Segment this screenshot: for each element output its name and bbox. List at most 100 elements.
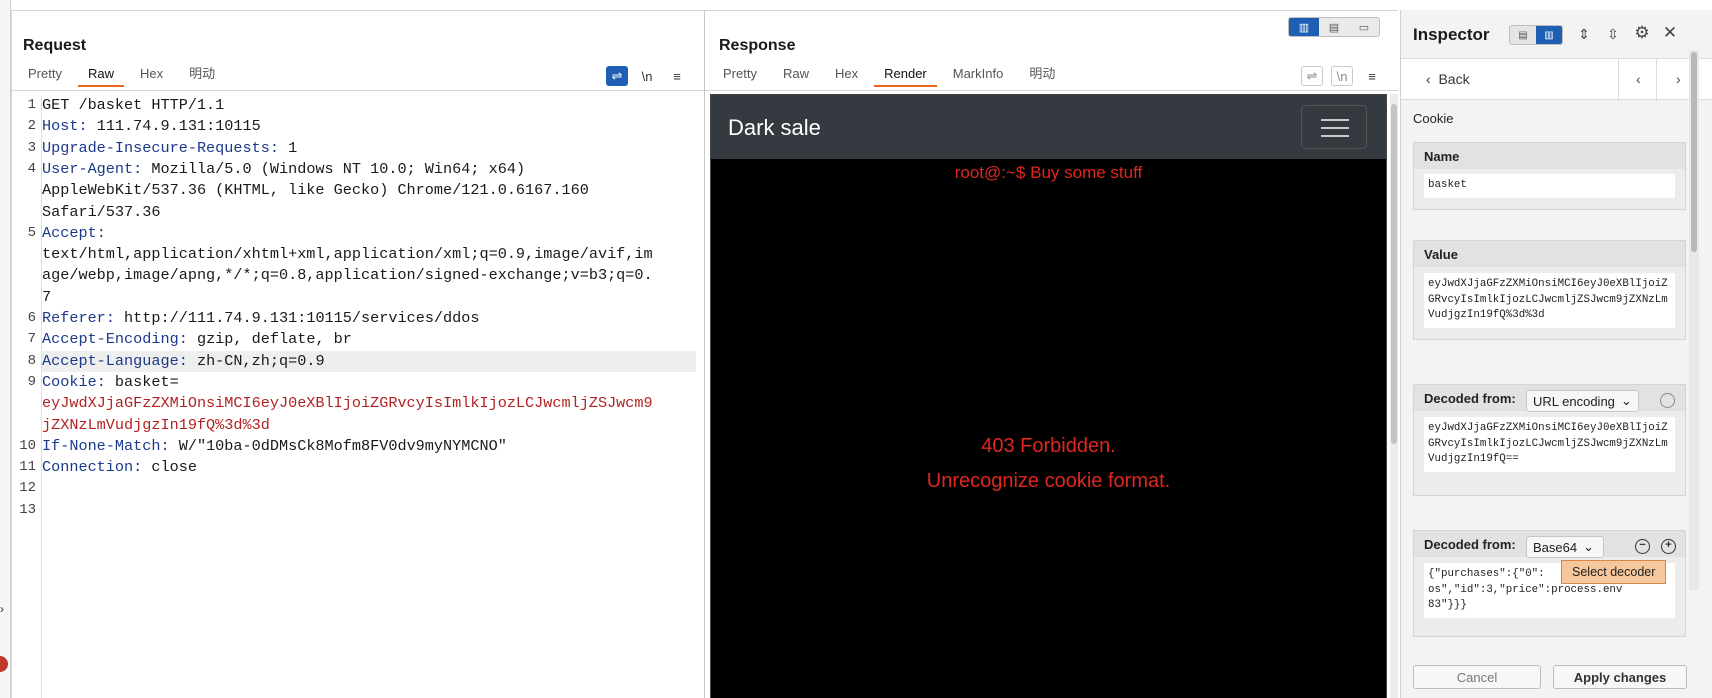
request-tab-hex[interactable]: Hex [130, 65, 173, 87]
code-line: 6 Referer: http://111.74.9.131:10115/ser… [28, 308, 696, 329]
previous-item-icon[interactable]: ‹ [1636, 71, 1641, 87]
rendered-brand: Dark sale [728, 115, 821, 140]
header-key: User-Agent [42, 159, 134, 178]
inspector-section-label: Cookie [1413, 111, 1454, 126]
header-key: Upgrade-Insecure-Requests [42, 138, 270, 157]
line-number: 2 [27, 118, 36, 135]
header-colon: : [78, 117, 88, 136]
request-tab-extra[interactable]: 明动 [179, 65, 225, 87]
response-pane: ▥ ▤ ▭ Response Pretty Raw Hex Render Mar… [705, 10, 1398, 698]
code-line: 8 Accept-Language: zh-CN,zh;q=0.9 [28, 351, 696, 372]
decoded-text-line: process.env [1551, 583, 1623, 596]
decoded-url-card: Decoded from: URL encoding ⌄ eyJwdXJjaGFz… [1413, 384, 1686, 496]
request-pane: Request Pretty Raw Hex 明动 ⇌ \n ≡ 1 GET /… [11, 10, 704, 698]
collapse-all-icon[interactable]: ⇳ [1602, 24, 1624, 44]
decoder-select-base64[interactable]: Base64 ⌄ [1526, 536, 1604, 558]
response-menu-icon[interactable]: ≡ [1361, 66, 1383, 86]
chevron-down-icon: ⌄ [1583, 539, 1594, 554]
header-colon: : [96, 223, 106, 242]
cancel-button[interactable]: Cancel [1413, 665, 1541, 689]
header-colon: : [178, 330, 188, 349]
rendered-page: Dark sale root@:~$ Buy some stuff 403 Fo… [710, 94, 1387, 698]
decoder-select-url[interactable]: URL encoding ⌄ [1526, 390, 1639, 412]
request-editor[interactable]: 1 GET /basket HTTP/1.1 2 Host: 111.74.9.… [12, 95, 696, 698]
decoded-from-label: Decoded from: [1424, 391, 1516, 406]
request-menu-icon[interactable]: ≡ [666, 66, 688, 86]
layout-toggle: ▥ ▤ ▭ [1288, 17, 1380, 37]
header-value: close [142, 458, 197, 477]
header-key: Accept-Encoding [42, 330, 179, 349]
response-tab-divider [705, 90, 1398, 91]
decoded-text-line: 83"}}} [1428, 599, 1467, 611]
line-number: 13 [19, 501, 36, 518]
cookie-value-field[interactable]: eyJwdXJjaGFzZXMiOnsiMCI6eyJ0eXBlIjoiZGRv… [1424, 273, 1675, 328]
header-key: Connection [42, 458, 134, 477]
request-tab-raw[interactable]: Raw [77, 65, 124, 87]
show-newlines-icon[interactable]: \n [636, 66, 658, 86]
remove-decoder-icon[interactable]: − [1635, 539, 1650, 554]
header-colon: : [96, 372, 106, 391]
cookie-name-field[interactable]: basket [1424, 174, 1675, 198]
request-line-text: GET /basket HTTP/1.1 [42, 96, 225, 114]
wrap-lines-icon[interactable]: ⇌ [606, 66, 628, 86]
line-number: 7 [27, 331, 36, 348]
inspector-layout-panel-icon[interactable]: ▥ [1536, 26, 1562, 44]
code-line: 5 Accept: [28, 223, 696, 244]
left-edge-strip: › [0, 0, 11, 698]
wrap-lines-icon[interactable]: ⇌ [1301, 66, 1323, 86]
rendered-error-message: Unrecognize cookie format. [926, 470, 1171, 492]
line-number: 11 [19, 459, 36, 476]
header-value-wrap: Safari/537.36 [42, 202, 161, 221]
cookie-value: jZXNzLmVudjgzIn19fQ%3d%3d [42, 415, 270, 434]
header-value: 111.74.9.131:10115 [87, 117, 261, 136]
layout-split-icon[interactable]: ▥ [1289, 18, 1319, 36]
code-line: 4 User-Agent: Mozilla/5.0 (Windows NT 10… [28, 159, 696, 180]
expand-arrow-icon[interactable]: › [0, 602, 4, 616]
line-number: 9 [27, 373, 36, 390]
cookie-value-label: Value [1414, 241, 1685, 267]
header-value: gzip, deflate, br [187, 330, 352, 349]
select-decoder-tooltip: Select decoder [1561, 560, 1667, 584]
line-number: 8 [27, 352, 36, 369]
gear-icon[interactable]: ⚙ [1631, 23, 1653, 43]
cookie-name-card: Name basket [1413, 142, 1686, 210]
inspector-scrollbar[interactable] [1689, 50, 1699, 590]
response-tab-raw[interactable]: Raw [773, 65, 819, 87]
layout-horizontal-icon[interactable]: ▤ [1319, 18, 1349, 36]
cookie-value-card: Value eyJwdXJjaGFzZXMiOnsiMCI6eyJ0eXBlIj… [1413, 240, 1686, 340]
show-newlines-icon[interactable]: \n [1331, 66, 1353, 86]
decoded-url-field[interactable]: eyJwdXJjaGFzZXMiOnsiMCI6eyJ0eXBlIjoiZGRv… [1424, 417, 1675, 472]
request-tab-pretty[interactable]: Pretty [18, 65, 72, 87]
code-line: 2 Host: 111.74.9.131:10115 [28, 116, 696, 137]
next-item-icon[interactable]: › [1676, 71, 1681, 87]
response-tab-render[interactable]: Render [874, 65, 937, 87]
layout-tabs-icon[interactable]: ▭ [1349, 18, 1379, 36]
add-decoder-icon[interactable]: + [1661, 539, 1676, 554]
back-button[interactable]: ‹ Back [1426, 71, 1470, 87]
response-tab-hex[interactable]: Hex [825, 65, 868, 87]
chevron-left-icon: ‹ [1426, 71, 1431, 87]
decoder-select-value: URL encoding [1533, 393, 1615, 409]
request-title: Request [23, 37, 87, 54]
inspector-layout-list-icon[interactable]: ▤ [1510, 26, 1536, 44]
header-value: 1 [278, 138, 298, 157]
line-number: 4 [27, 160, 36, 177]
burp-repeater-window: › Request Pretty Raw Hex 明动 ⇌ \n ≡ 1 GET… [0, 0, 1712, 698]
decoded-from-label: Decoded from: [1424, 537, 1516, 552]
response-scrollbar[interactable] [1390, 94, 1398, 698]
response-tab-pretty[interactable]: Pretty [713, 65, 767, 87]
response-tab-markinfo[interactable]: MarkInfo [943, 65, 1014, 87]
header-key: Accept-Language [42, 351, 179, 370]
decoder-select-value: Base64 [1533, 539, 1578, 555]
header-key: Accept [42, 223, 97, 242]
decoder-option-icon[interactable] [1660, 393, 1675, 408]
response-tab-extra[interactable]: 明动 [1019, 65, 1065, 87]
hamburger-menu-icon[interactable] [1301, 105, 1367, 149]
close-icon[interactable]: ✕ [1659, 23, 1681, 43]
code-line: eyJwdXJjaGFzZXMiOnsiMCI6eyJ0eXBlIjoiZGRv… [42, 393, 696, 414]
header-key: If-None-Match [42, 436, 161, 455]
apply-changes-button[interactable]: Apply changes [1553, 665, 1687, 689]
expand-all-icon[interactable]: ⇕ [1573, 24, 1595, 44]
line-number: 12 [19, 480, 36, 497]
header-value: Mozilla/5.0 (Windows NT 10.0; Win64; x64… [142, 159, 526, 178]
